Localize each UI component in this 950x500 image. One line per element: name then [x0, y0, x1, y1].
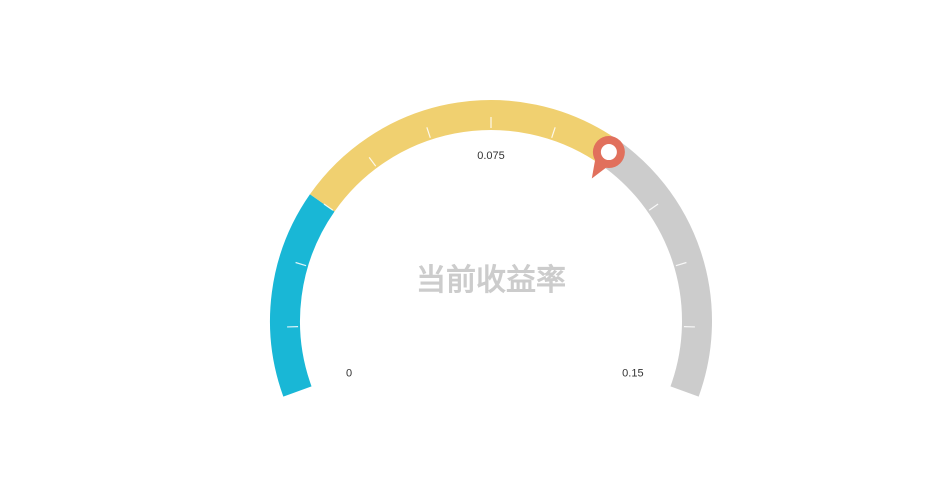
gauge-tick-label-2: 0.15: [622, 368, 643, 380]
gauge-band-0: [270, 194, 335, 397]
gauge-tick-label-1: 0.075: [477, 150, 505, 162]
gauge-band-2: [594, 135, 712, 397]
gauge-chart: 0 0.075 0.15 当前收益率: [270, 100, 712, 397]
gauge-band-1: [309, 100, 612, 212]
gauge-pointer-center: [600, 144, 617, 161]
gauge-title: 当前收益率: [416, 263, 566, 298]
gauge-tick-label-0: 0: [346, 368, 352, 380]
